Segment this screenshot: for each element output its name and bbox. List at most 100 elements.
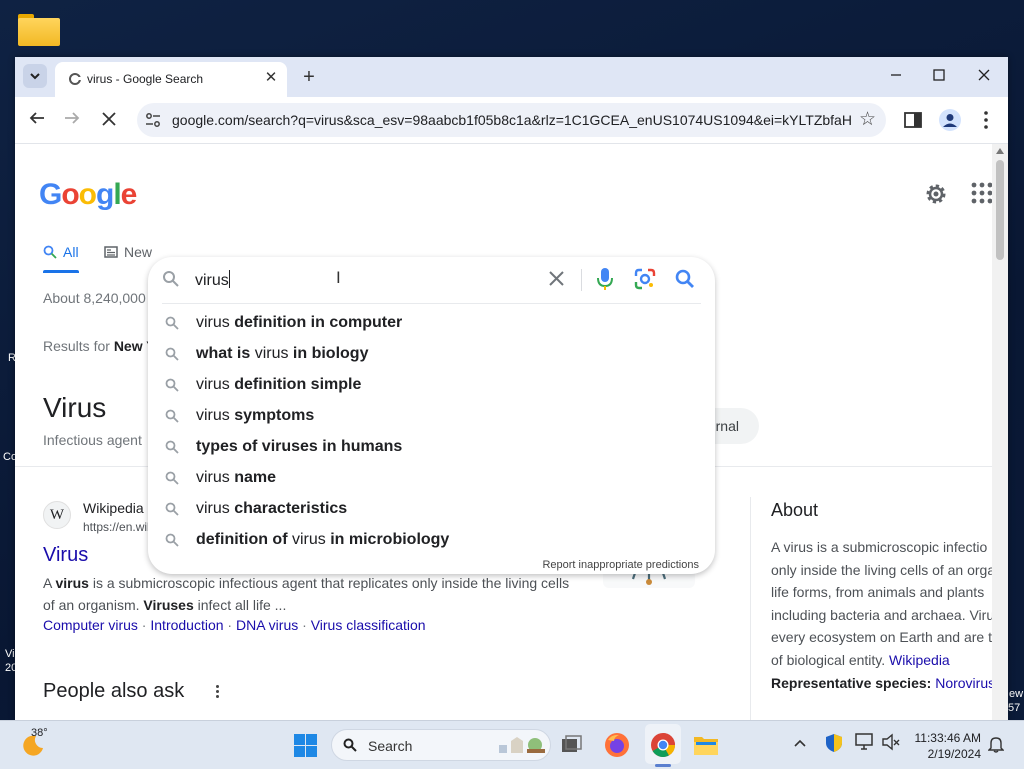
google-apps-icon[interactable] <box>971 182 992 204</box>
settings-gear-icon[interactable] <box>923 181 949 207</box>
tab-strip: virus - Google Search ✕ + <box>15 57 1008 97</box>
about-line: A virus is a submicroscopic infectio <box>771 539 988 555</box>
sitelink[interactable]: Introduction <box>150 617 223 633</box>
active-app-indicator <box>655 764 671 767</box>
address-bar-url: google.com/search?q=virus&sca_esv=98aabc… <box>172 112 852 128</box>
stop-loading-button[interactable] <box>94 105 124 135</box>
rep-species-link[interactable]: Norovirus, <box>935 675 992 691</box>
back-button[interactable] <box>22 105 52 135</box>
sitelink[interactable]: Computer virus <box>43 617 138 633</box>
search-suggestion[interactable]: types of viruses in humans <box>148 431 715 462</box>
wikipedia-favicon-icon[interactable]: W <box>43 501 71 529</box>
task-view-button[interactable] <box>557 730 587 760</box>
tab-all[interactable]: All <box>43 244 79 273</box>
close-tab-icon[interactable]: ✕ <box>261 68 281 88</box>
network-tray-button[interactable] <box>855 733 875 754</box>
search-icon <box>165 378 179 392</box>
close-icon <box>102 112 116 126</box>
page-scrollbar[interactable] <box>992 144 1008 720</box>
taskbar-search-box[interactable]: Search <box>331 729 551 761</box>
windows-start-icon[interactable] <box>294 734 317 757</box>
file-explorer-taskbar-button[interactable] <box>691 730 721 760</box>
forward-button[interactable] <box>57 105 87 135</box>
search-input-value: virus <box>195 272 229 289</box>
result-site-name[interactable]: Wikipedia <box>83 500 144 516</box>
task-view-icon <box>562 735 582 752</box>
report-predictions-link[interactable]: Report inappropriate predictions <box>542 559 699 571</box>
tab-search-button[interactable] <box>23 64 47 88</box>
desktop-folder-icon[interactable] <box>18 12 60 46</box>
voice-search-mic-icon[interactable] <box>596 267 614 291</box>
more-menu-icon[interactable] <box>975 109 997 131</box>
security-tray-button[interactable] <box>825 733 843 756</box>
search-suggestion[interactable]: definition of virus in microbiology <box>148 524 715 555</box>
about-line: including bacteria and archaea. Viru <box>771 606 992 623</box>
sitelink-separator: · <box>298 617 311 633</box>
search-icon <box>165 409 179 423</box>
google-logo[interactable]: Google <box>39 178 137 212</box>
about-line: every ecosystem on Earth and are th <box>771 629 992 645</box>
suggestion-bold-part: in microbiology <box>325 531 450 548</box>
about-line: life forms, from animals and plants <box>771 584 985 600</box>
chevron-up-icon <box>794 739 806 747</box>
browser-tab-active[interactable]: virus - Google Search ✕ <box>55 62 287 97</box>
search-suggestion[interactable]: virus name <box>148 462 715 493</box>
search-suggestion[interactable]: virus definition in computer <box>148 307 715 338</box>
search-suggestion[interactable]: virus characteristics <box>148 493 715 524</box>
suggestion-text: virus definition in computer <box>196 314 402 332</box>
minimize-button[interactable] <box>873 63 919 91</box>
taskbar-clock[interactable]: 11:33:46 AM 2/19/2024 <box>906 730 982 762</box>
new-tab-button[interactable]: + <box>297 65 321 89</box>
close-icon <box>548 271 564 286</box>
tab-title: virus - Google Search <box>87 72 204 86</box>
side-panel-icon[interactable] <box>902 109 924 131</box>
sitelink-separator: · <box>223 617 236 633</box>
firefox-icon <box>605 733 629 757</box>
sitelink[interactable]: DNA virus <box>236 617 298 633</box>
firefox-taskbar-button[interactable] <box>602 730 632 760</box>
about-source-link[interactable]: Wikipedia <box>889 652 950 668</box>
bookmark-star-icon[interactable]: ☆ <box>859 108 876 131</box>
search-highlight-illustration-icon <box>499 737 545 753</box>
news-icon <box>104 246 118 258</box>
result-title-link[interactable]: Virus <box>43 544 88 567</box>
search-input[interactable]: virus <box>195 270 230 290</box>
close-window-button[interactable] <box>961 63 1007 91</box>
snippet-text: A <box>43 575 56 591</box>
notification-bell-icon[interactable] <box>988 735 1004 753</box>
google-logo-letter: o <box>78 178 97 211</box>
google-lens-icon[interactable] <box>634 268 656 290</box>
about-heading: About <box>771 500 819 520</box>
suggestion-text: virus name <box>196 469 276 487</box>
volume-tray-button[interactable] <box>882 733 900 754</box>
profile-avatar-icon[interactable] <box>939 109 961 131</box>
search-suggestion[interactable]: virus symptoms <box>148 400 715 431</box>
tab-news[interactable]: New <box>104 244 152 260</box>
maximize-button[interactable] <box>916 63 962 91</box>
maximize-icon <box>933 69 945 81</box>
clear-search-button[interactable] <box>544 267 568 291</box>
search-suggestion[interactable]: what is virus in biology <box>148 338 715 369</box>
rep-label: Representative species: <box>771 675 932 691</box>
snippet-bold: Viruses <box>143 597 194 613</box>
site-info-icon[interactable] <box>145 112 161 128</box>
suggestion-bold-part: in biology <box>288 345 369 362</box>
result-sitelinks: Computer virus · Introduction · DNA viru… <box>43 617 426 633</box>
snippet-text: is a submicroscopic infectious agent tha… <box>88 575 570 591</box>
sitelink[interactable]: Virus classification <box>311 617 426 633</box>
tab-news-label: New <box>124 244 153 260</box>
scrollbar-thumb[interactable] <box>996 160 1004 260</box>
paa-more-options-icon[interactable] <box>216 685 220 700</box>
shield-icon <box>826 734 842 752</box>
chrome-taskbar-button[interactable] <box>648 730 678 760</box>
about-line: only inside the living cells of an orga <box>771 561 992 578</box>
suggestion-bold-part: symptoms <box>234 407 315 424</box>
scroll-up-icon[interactable] <box>996 148 1004 154</box>
search-icon <box>165 471 179 485</box>
search-submit-icon[interactable] <box>674 268 696 290</box>
search-suggestion[interactable]: virus definition simple <box>148 369 715 400</box>
address-bar[interactable]: google.com/search?q=virus&sca_esv=98aabc… <box>137 103 886 137</box>
suggestion-typed-part: virus <box>196 314 235 331</box>
chrome-icon <box>651 733 675 758</box>
show-hidden-icons-button[interactable] <box>794 734 806 750</box>
